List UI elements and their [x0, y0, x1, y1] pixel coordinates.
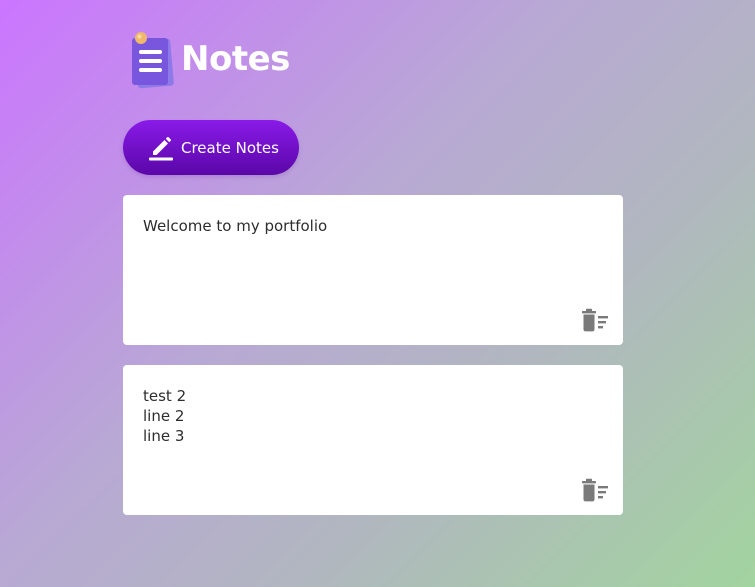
app-container: Notes Create Notes Welcome to my portfol…	[123, 28, 623, 535]
create-notes-label: Create Notes	[181, 138, 279, 157]
note-card[interactable]: test 2 line 2 line 3	[123, 365, 623, 515]
pencil-icon	[149, 136, 173, 160]
app-title: Notes	[181, 39, 290, 79]
note-text[interactable]: test 2 line 2 line 3	[143, 386, 603, 446]
app-header: Notes	[123, 28, 623, 92]
note-text[interactable]: Welcome to my portfolio	[143, 216, 603, 236]
delete-sweep-icon[interactable]	[581, 478, 609, 502]
notes-list: Welcome to my portfolio test 2 line 2 li…	[123, 195, 623, 515]
delete-sweep-icon[interactable]	[581, 308, 609, 332]
create-notes-button[interactable]: Create Notes	[123, 120, 299, 175]
notes-logo-icon	[132, 32, 174, 89]
note-card[interactable]: Welcome to my portfolio	[123, 195, 623, 345]
